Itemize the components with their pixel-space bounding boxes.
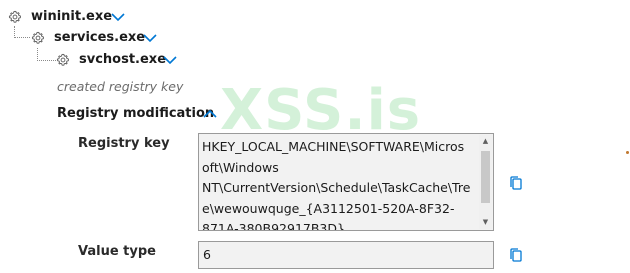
tree-node-root-label: wininit.exe	[31, 9, 113, 24]
copy-icon[interactable]	[508, 247, 524, 263]
chevron-down-icon[interactable]	[111, 12, 125, 22]
registry-key-scrollbar[interactable]: ▲ ▼	[479, 135, 492, 229]
gear-icon	[31, 31, 44, 44]
registry-key-line: 871A-380B92917B3D}	[202, 221, 345, 231]
chevron-down-icon[interactable]	[143, 33, 157, 43]
tree-node-child-label: services.exe	[54, 30, 146, 45]
chevron-up-icon[interactable]	[203, 109, 217, 119]
registry-key-line: NT\CurrentVersion\Schedule\TaskCache\Tre	[202, 180, 471, 195]
chevron-down-icon[interactable]	[163, 55, 177, 65]
copy-icon[interactable]	[508, 175, 524, 191]
gear-icon	[8, 10, 21, 23]
scrollbar-thumb[interactable]	[481, 151, 490, 203]
event-subtitle: created registry key	[57, 79, 184, 94]
registry-key-line: e\wewouwquge_{A3112501-520A-8F32-	[202, 200, 455, 216]
registry-key-label: Registry key	[78, 136, 170, 151]
registry-key-field[interactable]: HKEY_LOCAL_MACHINE\SOFTWARE\Micros oft\W…	[198, 133, 494, 231]
value-type-label: Value type	[78, 244, 156, 259]
scroll-down-arrow-icon[interactable]: ▼	[479, 216, 492, 229]
gear-icon	[56, 53, 69, 66]
registry-key-line: oft\Windows	[202, 159, 279, 175]
process-tree: wininit.exe services.exe svchost.exe	[0, 0, 300, 70]
section-title: Registry modification	[57, 106, 215, 121]
tree-connector	[37, 48, 56, 61]
value-type-field[interactable]: 6	[198, 241, 494, 269]
tree-connector	[14, 26, 30, 38]
registry-key-line: HKEY_LOCAL_MACHINE\SOFTWARE\Micros	[202, 139, 465, 154]
tree-node-grandchild-label: svchost.exe	[79, 52, 167, 67]
indicator-dot	[626, 151, 629, 154]
value-type-value: 6	[203, 247, 211, 262]
registry-key-value: HKEY_LOCAL_MACHINE\SOFTWARE\Micros oft\W…	[199, 134, 472, 231]
scroll-up-arrow-icon[interactable]: ▲	[479, 135, 492, 148]
